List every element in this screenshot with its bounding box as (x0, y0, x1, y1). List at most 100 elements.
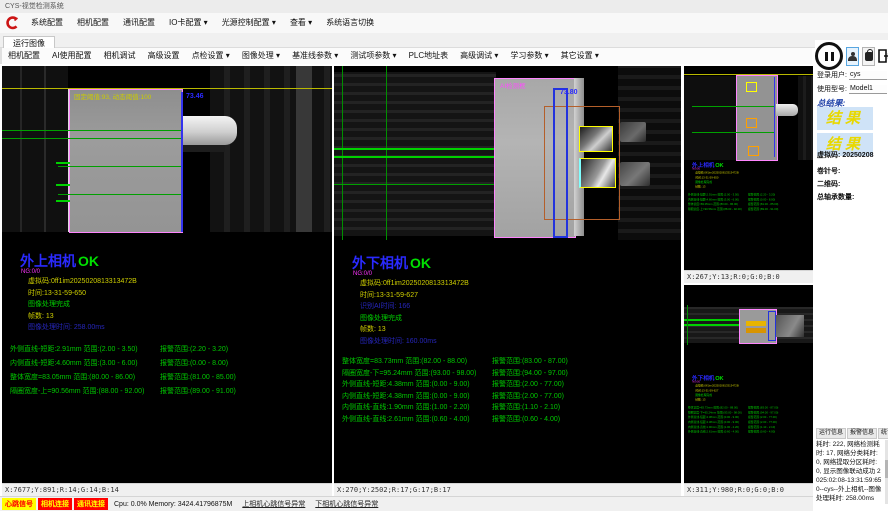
time-line: 时间:13-31-59-627 (360, 290, 677, 302)
thumbnail-overlay-upper: 外上相机OK NG:0/0 虚拟码:0ff1im2025020813313472… (688, 162, 813, 268)
run-log: 耗时: 222, 网络检测耗时: 17, 网络分类耗时: 0, 网络提取分区耗时… (816, 440, 882, 504)
thumbnail-image-lower (684, 285, 813, 355)
lock-icon (865, 52, 873, 61)
settings-toolbar: 相机配置AI使用配置相机调试高级设置点检设置 ▾图像处理 ▾基准线参数 ▾测试项… (0, 48, 812, 64)
menu-item[interactable]: 系统配置 (24, 13, 70, 33)
measurement-row: 外侧直线-短距:2.91mm 范围:(2.00 - 3.50)报警范围:(2.2… (10, 343, 328, 357)
pixel-coordinate-readout: X:267;Y:13;R:0;G:0;B:0 (684, 270, 813, 283)
menu-bar: 系统配置相机配置通讯配置IO卡配置 ▾光源控制配置 ▾查看 ▾系统语言切换 (0, 13, 888, 33)
measurement-row: 隔圈宽度-下=95.24mm 范围:(93.00 - 98.00)报警范围:(9… (342, 368, 677, 380)
control-buttons (815, 42, 888, 70)
process-done-line: 图像处理完成 (28, 299, 328, 311)
toolbar-item[interactable]: 其它设置 ▾ (555, 48, 605, 64)
model-value[interactable]: Model1 (849, 85, 887, 94)
measure-value-label: 73.80 (560, 89, 578, 96)
result-overlay-upper: 外上相机OK NG:0/0 虚拟码:0ff1im2025020813313472… (10, 254, 328, 399)
cpu-memory-readout: Cpu: 0.0% Memory: 3424.41796875M (114, 501, 232, 508)
model-label: 使用型号: (817, 84, 847, 94)
ai-box-label: AI检测框 (500, 80, 526, 90)
frame-line: 帧数: 13 (28, 311, 328, 323)
login-user-value[interactable]: cys (849, 71, 887, 80)
measurement-row: 内侧直线-短距:4.38mm 范围:(0.00 - 9.00)报警范围:(2.0… (342, 391, 677, 403)
exit-button[interactable] (878, 47, 888, 66)
camera-image-upper: 固定阈值:93, 动态阈值:100 73.46 (2, 66, 332, 232)
toolbar-item[interactable]: 基准线参数 ▾ (286, 48, 344, 64)
lock-button[interactable] (862, 47, 875, 66)
menu-item[interactable]: 通讯配置 (116, 13, 162, 33)
machine-background (334, 72, 496, 236)
pixel-coordinate-readout: X:7677;Y:891;R:14;G:14;B:14 (2, 483, 332, 496)
tab-bar: 运行图像 (0, 33, 888, 48)
thumbnail-view-lower[interactable]: 外下相机OK NG:0/0 虚拟码:0ff1im2025020813313472… (684, 285, 813, 496)
toolbar-item[interactable]: 高级设置 (142, 48, 186, 64)
result-overlay-lower: 外下相机OK NG:0/0 虚拟码:0ff1im2025020813313472… (342, 256, 677, 425)
frame-line: 帧数: 13 (360, 324, 677, 336)
barcode-label: 虚拟码: (817, 150, 840, 160)
toolbar-item[interactable]: 相机配置 (2, 48, 46, 64)
toolbar-item[interactable]: 测试项参数 ▾ (344, 48, 402, 64)
tab-connector (776, 104, 798, 116)
menu-item[interactable]: 相机配置 (70, 13, 116, 33)
proc-time-line: 图像处理时间: 258.00ms (28, 322, 328, 334)
measurement-row: 外侧直线-短距:4.38mm 范围:(0.00 - 9.00)报警范围:(2.0… (342, 379, 677, 391)
login-user-label: 登录用户: (817, 70, 847, 80)
window-titlebar: CYS-视觉检测系统 (0, 0, 888, 13)
menu-item[interactable]: IO卡配置 ▾ (162, 13, 215, 33)
camera-name: 外上相机 (20, 253, 76, 269)
result-box-upper: 结果 (817, 107, 873, 130)
measure-value-label: 73.46 (186, 93, 204, 100)
info-tab[interactable]: 运行信息 (816, 428, 846, 439)
detect-box (746, 82, 757, 92)
ai-time-line: 识别AI时间: 166 (360, 301, 677, 313)
measure-box-blue (553, 88, 568, 238)
toolbar-item[interactable]: 学习参数 ▾ (504, 48, 554, 64)
toolbar-item[interactable]: PLC地址表 (403, 48, 455, 64)
measurement-row: 整体宽度=83.05mm 范围:(80.00 - 86.00)报警范围:(81.… (10, 371, 328, 385)
window-title: CYS-视觉检测系统 (5, 3, 64, 10)
heartbeat-badge: 心跳信号 (2, 498, 36, 510)
camera-status: OK (78, 253, 99, 269)
toolbar-item[interactable]: 点检设置 ▾ (186, 48, 236, 64)
defect-box-1 (579, 126, 613, 152)
detect-box (748, 146, 759, 156)
measure-line-blue (181, 92, 183, 232)
barcode-value: 20250208 (842, 152, 873, 159)
user-login-button[interactable] (846, 47, 859, 66)
camera-view-lower[interactable]: AI检测框 73.80 外下相机OK NG:0/0 虚拟码:0ff1im2025… (334, 66, 681, 496)
camera-connect-badge: 相机连接 (38, 498, 72, 510)
upper-camera-heartbeat-link[interactable]: 上相机心跳信号异常 (242, 499, 305, 509)
machine-background (2, 66, 68, 232)
measurement-row: 内侧直线-直线:1.90mm 范围:(1.00 - 2.20)报警范围:(1.1… (342, 402, 677, 414)
measurement-row: 内侧直线-短距:4.60mm 范围:(3.00 - 6.00)报警范围:(0.0… (10, 357, 328, 371)
process-done-line: 图像处理完成 (360, 313, 677, 325)
measurement-list: 整体宽度=83.73mm 范围:(82.00 - 88.00)报警范围:(83.… (342, 356, 677, 425)
toolbar-item[interactable]: 高级调试 ▾ (454, 48, 504, 64)
comm-connect-badge: 通讯连接 (74, 498, 108, 510)
info-tabs: 运行信息报警信息统计信息 (816, 428, 888, 439)
camera-view-upper[interactable]: 固定阈值:93, 动态阈值:100 73.46 外上相机OK NG:0/0 虚拟… (2, 66, 332, 496)
pixel-coordinate-readout: X:311;Y:980;R:0;G:0;B:0 (684, 483, 813, 496)
thumbnail-view-upper[interactable]: 外上相机OK NG:0/0 虚拟码:0ff1im2025020813313472… (684, 66, 813, 283)
status-bar: 心跳信号 相机连接 通讯连接 Cpu: 0.0% Memory: 3424.41… (0, 496, 813, 511)
toolbar-item[interactable]: 相机调试 (98, 48, 142, 64)
time-line: 时间:13-31-59-650 (28, 288, 328, 300)
measurement-row: 整体宽度=83.73mm 范围:(82.00 - 88.00)报警范围:(83.… (342, 356, 677, 368)
proc-time-line: 图像处理时间: 160.00ms (360, 336, 677, 348)
info-tab[interactable]: 统计信息 (878, 428, 888, 439)
camera-name: 外下相机 (352, 255, 408, 271)
ng-counter: NG:0/0 (353, 271, 677, 278)
total-count-label: 总轴承数量: (817, 192, 854, 202)
detect-box (746, 118, 757, 128)
menu-item[interactable]: 查看 ▾ (283, 13, 319, 33)
menu-item[interactable]: 系统语言切换 (319, 13, 381, 33)
app-logo-icon (4, 15, 20, 31)
menu-item[interactable]: 光源控制配置 ▾ (215, 13, 283, 33)
toolbar-item[interactable]: 图像处理 ▾ (236, 48, 286, 64)
lower-camera-heartbeat-link[interactable]: 下相机心跳信号异常 (315, 499, 378, 509)
barcode-line: 虚拟码:0ff1im2025020813313472B (360, 278, 677, 290)
measurement-list: 外侧直线-短距:2.91mm 范围:(2.00 - 3.50)报警范围:(2.2… (10, 343, 328, 399)
pause-button[interactable] (815, 42, 843, 70)
toolbar-item[interactable]: AI使用配置 (46, 48, 98, 64)
pause-icon (825, 52, 828, 61)
info-tab[interactable]: 报警信息 (847, 428, 877, 439)
